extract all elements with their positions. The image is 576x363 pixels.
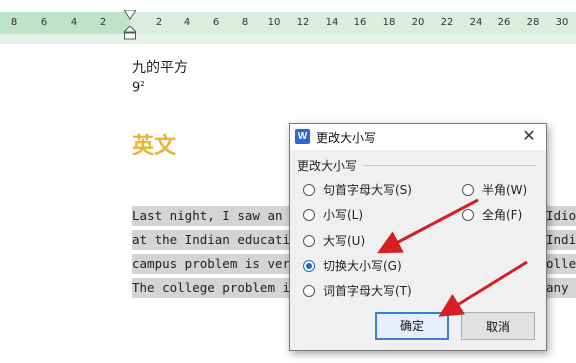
paragraph-tail-line: Idiot bbox=[546, 206, 576, 226]
ruler-tick-label: 8 bbox=[241, 17, 249, 28]
option-label: 小写(L) bbox=[323, 208, 364, 222]
option-label: 切换大小写(G) bbox=[323, 259, 402, 273]
left-indent-marker[interactable] bbox=[124, 26, 136, 40]
option-full-width[interactable]: 全角(F) bbox=[462, 207, 522, 223]
dialog-title: 更改大小写 bbox=[316, 131, 377, 145]
ruler-tick-label: 30 bbox=[555, 17, 569, 28]
ruler-tick-label: 28 bbox=[526, 17, 540, 28]
option-title-case[interactable]: 词首字母大写(T) bbox=[303, 283, 412, 299]
ruler-tick-label: 24 bbox=[469, 17, 483, 28]
paragraph-tail-line: any m bbox=[546, 278, 576, 298]
option-lowercase[interactable]: 小写(L) bbox=[303, 207, 363, 223]
option-uppercase[interactable]: 大写(U) bbox=[303, 233, 365, 249]
text-line-nine-squared: 92 bbox=[132, 80, 145, 95]
option-label: 大写(U) bbox=[323, 234, 366, 248]
radio-button[interactable] bbox=[462, 208, 474, 221]
radio-button[interactable] bbox=[303, 284, 315, 297]
ruler-band bbox=[0, 12, 576, 34]
text-line-square-title: 九的平方 bbox=[132, 60, 188, 76]
ruler-tick-label: 14 bbox=[325, 17, 339, 28]
option-sentence-case[interactable]: 句首字母大写(S) bbox=[303, 182, 412, 198]
change-case-dialog: W 更改大小写 ✕ 更改大小写 句首字母大写(S) 小写(L) 大写(U) 切换… bbox=[289, 123, 547, 351]
radio-button[interactable] bbox=[303, 208, 315, 221]
paragraph-tail: Idiot India olleg any m bbox=[546, 206, 576, 302]
radio-button[interactable] bbox=[303, 234, 315, 247]
cancel-button[interactable]: 取消 bbox=[461, 312, 535, 340]
ok-button[interactable]: 确定 bbox=[375, 312, 449, 340]
first-line-indent-marker[interactable] bbox=[124, 10, 136, 20]
ruler-margin-left bbox=[0, 12, 130, 34]
dialog-titlebar[interactable]: W 更改大小写 ✕ bbox=[290, 124, 546, 150]
paragraph-tail-line: India bbox=[546, 230, 576, 250]
ruler-tick-label: 18 bbox=[382, 17, 396, 28]
radio-button[interactable] bbox=[462, 183, 474, 196]
wps-writer-icon: W bbox=[295, 129, 310, 144]
group-divider bbox=[364, 165, 536, 166]
ruler-tick-label: 6 bbox=[212, 17, 220, 28]
option-label: 全角(F) bbox=[482, 208, 523, 222]
option-label: 句首字母大写(S) bbox=[323, 183, 412, 197]
option-half-width[interactable]: 半角(W) bbox=[462, 182, 527, 198]
ruler-tick-label: 20 bbox=[411, 17, 425, 28]
close-icon[interactable]: ✕ bbox=[520, 126, 538, 146]
horizontal-ruler: 8 6 4 2 2 4 6 8 10 12 14 16 18 20 22 24 … bbox=[0, 0, 576, 44]
group-label: 更改大小写 bbox=[297, 159, 358, 173]
ruler-tick-label: 26 bbox=[497, 17, 511, 28]
ruler-tick-label: 4 bbox=[183, 17, 191, 28]
ruler-tick-label: 4 bbox=[70, 17, 78, 28]
radio-button[interactable] bbox=[303, 183, 315, 196]
ruler-tick-label: 8 bbox=[10, 17, 18, 28]
ruler-tick-label: 6 bbox=[40, 17, 48, 28]
ruler-tick-label: 2 bbox=[155, 17, 163, 28]
ruler-tick-label: 16 bbox=[353, 17, 367, 28]
section-heading: 英文 bbox=[132, 134, 177, 159]
radio-button-selected[interactable] bbox=[303, 259, 315, 272]
ruler-tick-label: 10 bbox=[267, 17, 281, 28]
option-label: 词首字母大写(T) bbox=[323, 284, 412, 298]
ruler-tick-label: 12 bbox=[296, 17, 310, 28]
option-label: 半角(W) bbox=[482, 183, 528, 197]
superscript-digit: 2 bbox=[140, 80, 145, 88]
paragraph-tail-line: olleg bbox=[546, 254, 576, 274]
ruler-tick-label: 22 bbox=[440, 17, 454, 28]
option-toggle-case[interactable]: 切换大小写(G) bbox=[303, 258, 402, 274]
ruler-baseline bbox=[0, 34, 576, 44]
ruler-tick-label: 2 bbox=[99, 17, 107, 28]
